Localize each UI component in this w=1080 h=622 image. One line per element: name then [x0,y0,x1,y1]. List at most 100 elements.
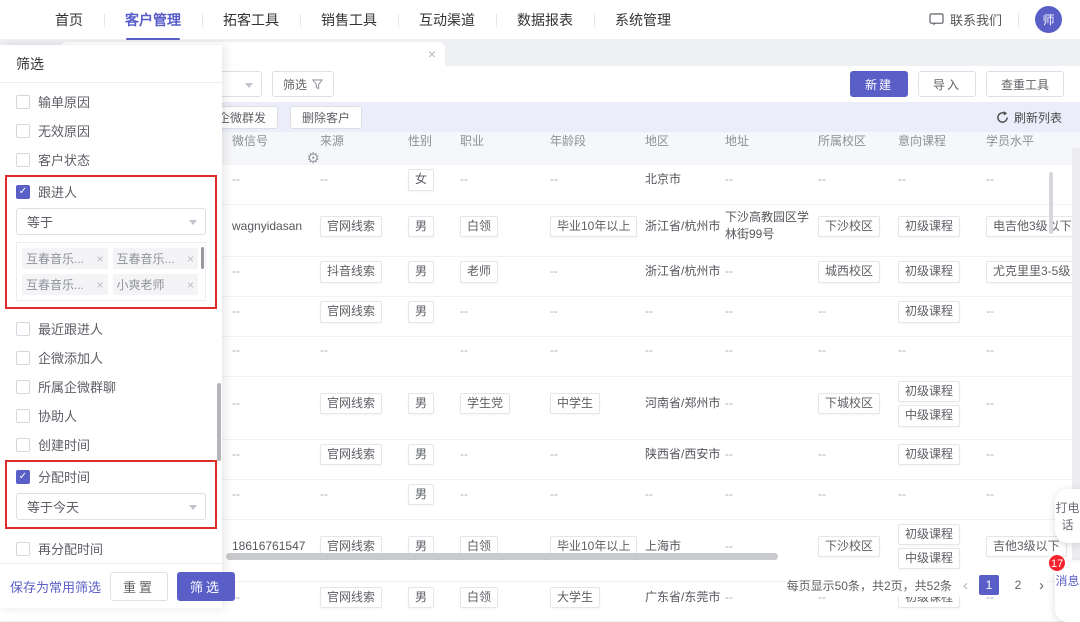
cell-text: -- [725,486,733,503]
checkbox[interactable]: ✓ [16,185,30,199]
filter-checkbox-item[interactable]: 输单原因 [0,87,222,116]
refresh-list-button[interactable]: 刷新列表 [996,109,1062,126]
tag-close-icon[interactable]: × [96,278,103,292]
table-cell: 男 [408,212,460,241]
filter-operator-select[interactable]: 等于 [16,208,206,235]
import-button[interactable]: 导入 [918,71,976,97]
contact-us-button[interactable]: 联系我们 [929,10,1002,29]
cell-text: wagnyidasan [232,218,302,235]
checkbox[interactable] [16,380,30,394]
filter-checkbox-item[interactable]: ✓分配时间 [7,462,215,491]
apply-filter-button[interactable]: 筛选 [177,572,235,601]
table-cell [232,510,320,518]
table-cell: -- [818,167,898,192]
column-header: 微信号 [232,132,320,149]
checkbox[interactable]: ✓ [16,470,30,484]
cell-tag: 下城校区 [818,393,880,414]
call-widget[interactable]: 打电话 [1055,489,1080,543]
filter-checkbox-item[interactable]: 企微添加人 [0,343,222,372]
cell-tag: 初级课程 [898,261,960,282]
nav-item[interactable]: 首页 [34,0,104,40]
new-button[interactable]: 新建 [850,71,908,97]
nav-item[interactable]: 客户管理 [104,0,202,40]
checkbox[interactable] [16,351,30,365]
nav-item[interactable]: 数据报表 [496,0,594,40]
cell-text: 浙江省/杭州市 [645,263,720,280]
table-cell: -- [645,338,725,363]
message-widget[interactable]: 17 消息 [1055,562,1080,622]
page-button[interactable]: 2 [1008,575,1028,595]
nav-item[interactable]: 互动渠道 [398,0,496,40]
table-cell: 初级课程 [898,297,986,326]
dedupe-tool-button[interactable]: 查重工具 [986,71,1064,97]
filter-checkbox-item[interactable]: 再分配时间 [0,534,222,563]
tag-chip[interactable]: 小爽老师× [113,274,199,295]
table-cell [232,196,320,204]
filter-operator-select[interactable]: 等于今天 [16,493,206,520]
filter-label: 所属企微群聊 [38,377,116,396]
follower-tags-box: 互春音乐...×互春音乐...×互春音乐...×小爽老师× [16,242,206,301]
tag-close-icon[interactable]: × [96,252,103,266]
nav-item[interactable]: 系统管理 [594,0,692,40]
checkbox[interactable] [16,438,30,452]
table-cell: -- [645,299,725,324]
table-cell: 男 [408,257,460,286]
pagination: 每页显示50条，共2页，共52条 ‹ 12 › [787,573,1046,597]
page-button[interactable]: 1 [979,575,999,595]
tag-chip[interactable]: 互春音乐...× [113,248,199,269]
filter-panel-footer: 保存为常用筛选 重置 筛选 [0,563,222,608]
horizontal-scrollbar-thumb[interactable] [226,553,778,560]
tag-close-icon[interactable]: × [187,252,194,266]
checkbox[interactable] [16,542,30,556]
toolbar-filter-button[interactable]: 筛选 [272,71,334,97]
checkbox[interactable] [16,322,30,336]
filter-checkbox-item[interactable]: 最近跟进人 [0,314,222,343]
table-cell: -- [725,391,818,416]
checkbox[interactable] [16,153,30,167]
nav-item[interactable]: 销售工具 [300,0,398,40]
table-cell: -- [232,391,320,416]
table-cell [232,327,320,335]
filter-checkbox-item[interactable]: ✓跟进人 [7,177,215,206]
table-cell [232,287,320,295]
cell-text: -- [898,486,906,503]
tag-chip[interactable]: 互春音乐...× [22,274,108,295]
nav-item[interactable]: 拓客工具 [202,0,300,40]
cell-tag: 初级课程 [898,301,960,322]
delete-customers-button[interactable]: 删除客户 [290,106,362,129]
table-cell: -- [550,338,645,363]
tab-close-icon[interactable]: × [428,46,436,62]
table-cell: 初级课程中级课程 [898,520,986,574]
cell-text: -- [550,342,558,359]
reset-button[interactable]: 重置 [110,572,168,601]
cell-text: -- [550,486,558,503]
cell-text: -- [986,486,994,503]
save-filter-link[interactable]: 保存为常用筛选 [10,577,101,596]
vertical-scrollbar-thumb[interactable] [1049,172,1053,234]
checkbox[interactable] [16,409,30,423]
table-cell: 初级课程 [898,440,986,469]
avatar[interactable]: 师 [1035,6,1062,33]
cell-text: -- [818,303,826,320]
tag-chip[interactable]: 互春音乐...× [22,248,108,269]
cell-text: -- [725,171,733,188]
next-page-button[interactable]: › [1037,577,1046,594]
top-nav-right: 联系我们 师 [929,6,1080,33]
filter-checkbox-item[interactable]: 无效原因 [0,116,222,145]
filter-checkbox-item[interactable]: 客户状态 [0,145,222,174]
table-cell: -- [898,482,986,507]
refresh-icon [996,111,1009,124]
filter-checkbox-item[interactable]: 所属企微群聊 [0,372,222,401]
cell-text: -- [550,263,558,280]
filter-checkbox-item[interactable]: 协助人 [0,401,222,430]
tag-close-icon[interactable]: × [187,278,194,292]
filter-checkbox-item[interactable]: 创建时间 [0,430,222,459]
cell-text: -- [818,486,826,503]
checkbox[interactable] [16,95,30,109]
table-cell: 浙江省/杭州市 [645,259,725,284]
cell-text: -- [645,303,653,320]
tags-scrollbar-thumb[interactable] [201,247,204,269]
prev-page-button[interactable]: ‹ [961,577,970,594]
panel-scrollbar-thumb[interactable] [217,383,221,461]
checkbox[interactable] [16,124,30,138]
